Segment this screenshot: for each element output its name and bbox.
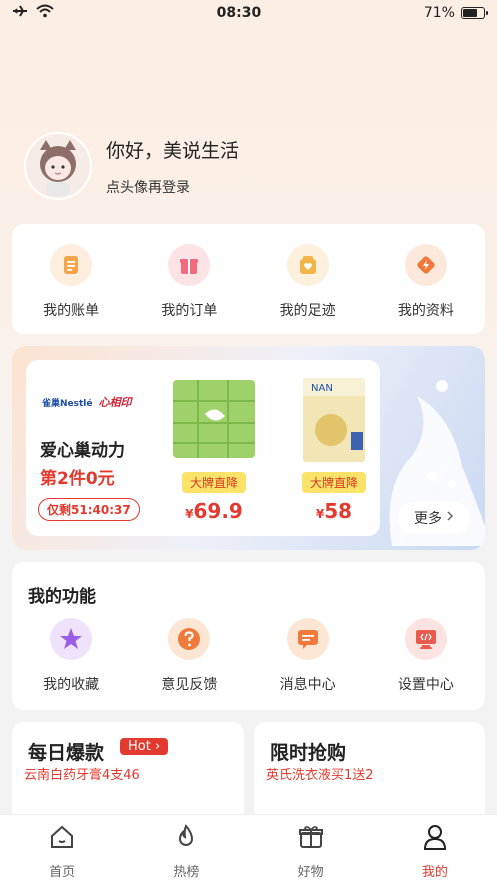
battery-percent: 71%: [423, 5, 455, 21]
brand-nestle: 雀巢Nestlé: [42, 398, 93, 409]
price-value: 58: [324, 499, 353, 523]
product-card[interactable]: 大牌直降 ¥69.9: [164, 374, 264, 523]
gift-order-icon: [168, 244, 211, 286]
gift-icon: [297, 823, 325, 855]
product-card[interactable]: NAN 大牌直降 ¥58: [284, 374, 384, 523]
message-icon: [286, 618, 329, 660]
tab-hot[interactable]: 热榜: [136, 823, 236, 883]
promo-card: 雀巢Nestlé 心相印 爱心巢动力 第2件0元 仅剩51:40:37 大牌直降…: [26, 360, 380, 536]
product-price: ¥58: [316, 499, 352, 523]
brand-xinxiangyin: 心相印: [98, 396, 132, 409]
hot-badge-label: Hot: [128, 739, 151, 754]
svg-text:NAN: NAN: [311, 383, 333, 394]
promo-subtitle: 第2件0元: [40, 469, 115, 489]
promo-title: 爱心巢动力: [40, 441, 125, 461]
function-favorites[interactable]: 我的收藏: [21, 618, 121, 694]
tissue-product-image: [169, 374, 259, 464]
product-price: ¥69.9: [185, 499, 243, 523]
footprint-icon: [286, 244, 329, 286]
tab-label: 我的: [421, 865, 448, 880]
daily-hot-title: 每日爆款: [28, 742, 105, 764]
functions-title: 我的功能: [28, 587, 96, 607]
function-label: 我的收藏: [43, 677, 100, 693]
tab-goods[interactable]: 好物: [261, 823, 361, 883]
quick-item-footprint[interactable]: 我的足迹: [258, 244, 358, 334]
function-settings[interactable]: 设置中心: [376, 618, 476, 694]
formula-product-image: NAN: [289, 374, 379, 464]
question-icon: [168, 618, 211, 660]
hot-badge[interactable]: Hot ›: [120, 738, 169, 755]
brand-logos: 雀巢Nestlé 心相印: [42, 394, 132, 410]
home-icon: [48, 823, 76, 855]
currency-symbol: ¥: [315, 507, 325, 521]
price-value: 69.9: [193, 499, 243, 523]
flash-sale-subtitle: 英氏洗衣液买1送2: [266, 768, 374, 783]
flame-icon: [172, 823, 200, 855]
status-time: 08:30: [216, 5, 262, 21]
more-label: 更多: [414, 511, 442, 527]
bottom-tab-bar: 首页 热榜 好物 我的: [0, 814, 497, 883]
currency-symbol: ¥: [185, 507, 194, 521]
daily-hot-card[interactable]: 每日爆款 Hot › 云南白药牙膏4支46: [12, 722, 244, 822]
greeting-text: 你好，美说生活: [106, 139, 240, 162]
user-icon: [421, 823, 449, 855]
function-label: 设置中心: [397, 677, 454, 693]
avatar[interactable]: [24, 132, 92, 200]
quick-item-bill[interactable]: 我的账单: [21, 244, 121, 334]
countdown-timer: 仅剩51:40:37: [38, 498, 140, 521]
star-icon: [50, 618, 93, 660]
tab-label: 首页: [49, 865, 76, 880]
airplane-icon: [12, 4, 28, 22]
flash-sale-card[interactable]: 限时抢购 英氏洗衣液买1送2: [254, 722, 485, 822]
wifi-icon: [36, 4, 54, 22]
tab-label: 好物: [297, 865, 324, 880]
quick-menu-card: 我的账单 我的订单 我的足迹 我的资料: [12, 224, 485, 334]
bill-icon: [50, 244, 93, 286]
tab-mine[interactable]: 我的: [385, 823, 485, 883]
function-label: 意见反馈: [161, 677, 218, 693]
function-feedback[interactable]: 意见反馈: [139, 618, 239, 694]
quick-item-label: 我的资料: [397, 303, 454, 319]
function-messages[interactable]: 消息中心: [258, 618, 358, 694]
flash-sale-title: 限时抢购: [270, 742, 347, 764]
quick-item-label: 我的订单: [161, 303, 218, 319]
more-button[interactable]: 更多: [398, 502, 470, 534]
settings-monitor-icon: [404, 618, 447, 660]
daily-hot-subtitle: 云南白药牙膏4支46: [24, 768, 140, 783]
quick-item-label: 我的账单: [43, 303, 100, 319]
promo-banner[interactable]: 雀巢Nestlé 心相印 爱心巢动力 第2件0元 仅剩51:40:37 大牌直降…: [12, 346, 485, 550]
quick-item-label: 我的足迹: [279, 303, 336, 319]
status-bar: 08:30 71%: [0, 0, 497, 26]
product-tag: 大牌直降: [301, 472, 366, 493]
functions-card: 我的功能 我的收藏 意见反馈 消息中心 设置中心: [12, 562, 485, 710]
chevron-right-icon: [446, 510, 454, 526]
quick-item-profile[interactable]: 我的资料: [376, 244, 476, 334]
profile-section: 你好，美说生活 点头像再登录: [24, 132, 239, 200]
tab-label: 热榜: [173, 865, 200, 880]
battery-icon: [460, 7, 488, 19]
tab-home[interactable]: 首页: [12, 823, 112, 883]
product-tag: 大牌直降: [181, 472, 246, 493]
profile-tag-icon: [404, 244, 447, 286]
login-hint[interactable]: 点头像再登录: [106, 177, 239, 197]
function-label: 消息中心: [279, 677, 336, 693]
quick-item-orders[interactable]: 我的订单: [139, 244, 239, 334]
bottom-cards: 每日爆款 Hot › 云南白药牙膏4支46 限时抢购 英氏洗衣液买1送2: [12, 722, 485, 822]
